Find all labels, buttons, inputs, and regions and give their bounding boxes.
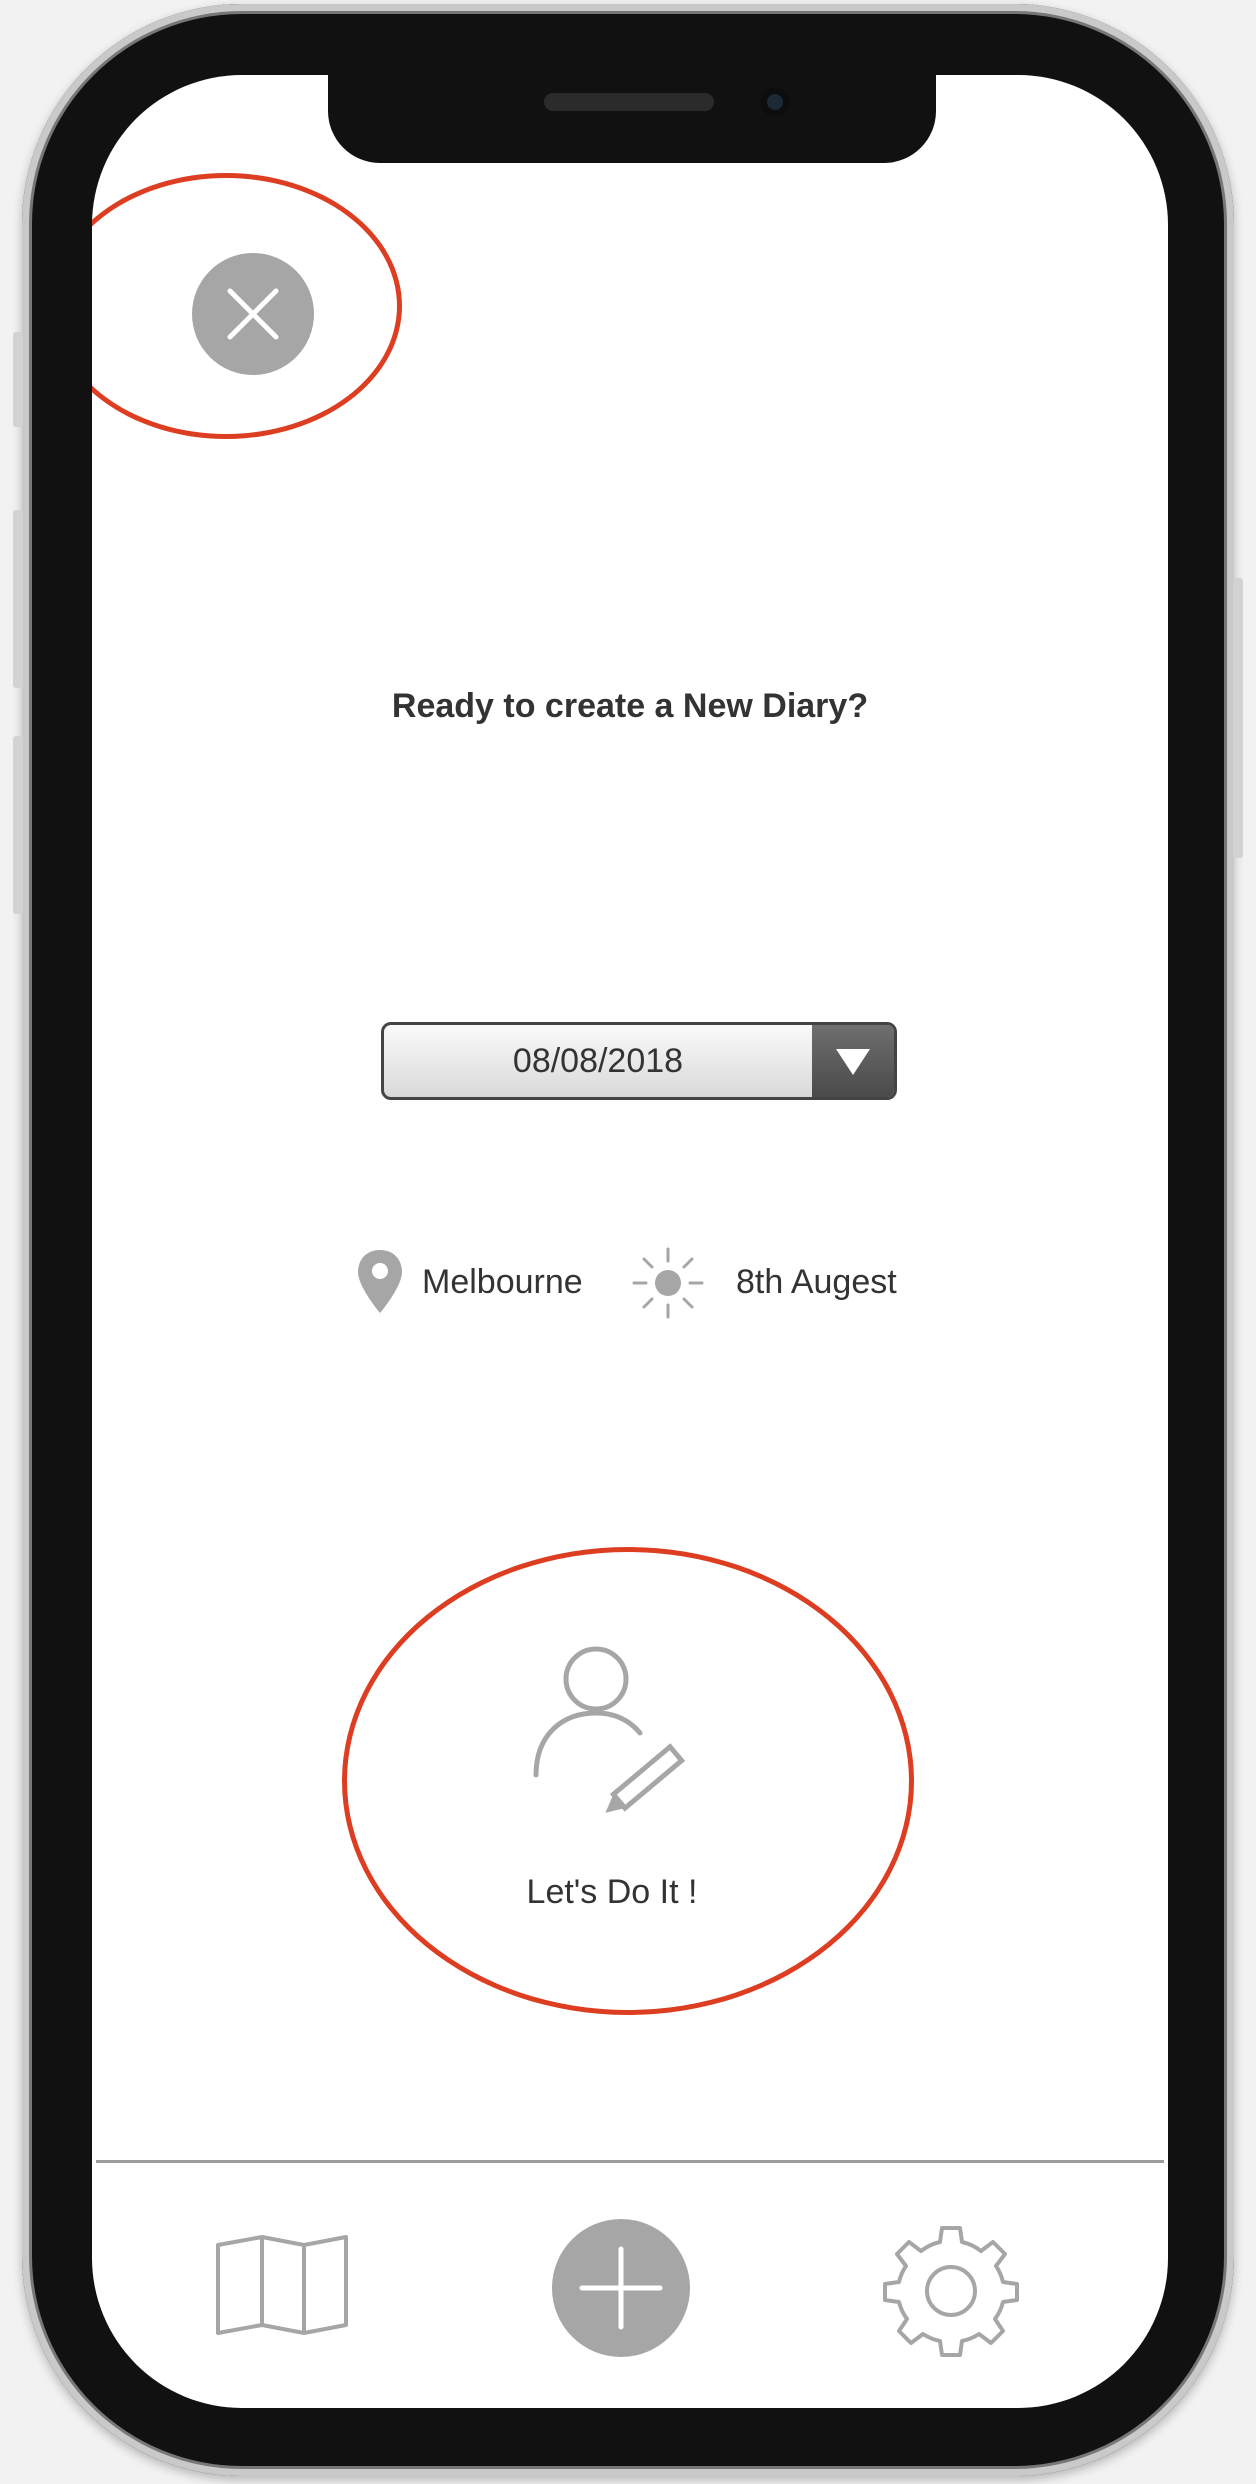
page-title: Ready to create a New Diary? — [391, 687, 869, 725]
location-weather-row: Melbourne 8th Augest — [92, 1245, 1168, 1325]
app-screen: Ready to create a New Diary? 08/08/2018 … — [92, 75, 1168, 2408]
create-diary-button[interactable]: Let's Do It ! — [392, 1625, 852, 1985]
sun-icon — [632, 1247, 704, 1319]
dropdown-button[interactable] — [812, 1025, 894, 1097]
side-button — [13, 332, 23, 427]
plus-icon[interactable] — [550, 2217, 692, 2359]
side-button — [13, 510, 23, 688]
close-icon — [227, 288, 279, 340]
speaker-grille — [544, 93, 714, 111]
close-button[interactable] — [192, 253, 314, 375]
tabbar-divider — [96, 2160, 1164, 2163]
date-dropdown[interactable]: 08/08/2018 — [381, 1022, 897, 1100]
camera-icon — [760, 87, 790, 117]
weather-date-text: 8th Augest — [736, 1263, 897, 1301]
user-edit-icon — [533, 1646, 686, 1813]
gear-icon[interactable] — [878, 2217, 1024, 2363]
location-text: Melbourne — [422, 1263, 583, 1301]
side-button — [1233, 578, 1243, 858]
cta-label: Let's Do It ! — [526, 1873, 698, 1911]
phone-mockup: Ready to create a New Diary? 08/08/2018 … — [0, 0, 1256, 2484]
date-value: 08/08/2018 — [512, 1042, 684, 1080]
side-button — [13, 736, 23, 914]
phone-notch — [328, 75, 936, 163]
map-pin-icon — [358, 1250, 402, 1313]
map-icon[interactable] — [212, 2235, 352, 2335]
triangle-down-icon — [836, 1049, 870, 1075]
